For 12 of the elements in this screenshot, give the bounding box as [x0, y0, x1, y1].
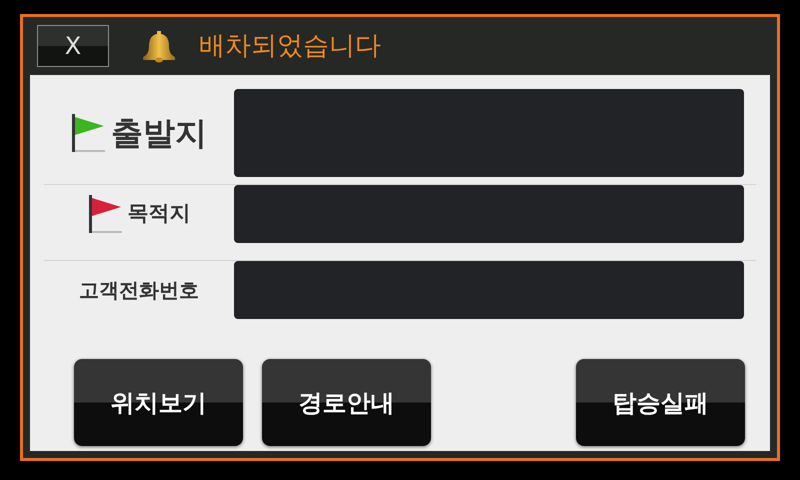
bell-icon [141, 29, 177, 63]
field-label: 고객전화번호 [79, 277, 199, 304]
input-field[interactable] [234, 89, 744, 177]
field-label: 출발지 [111, 113, 207, 154]
action-button[interactable]: 경로안내 [262, 359, 431, 446]
close-button[interactable]: X [37, 25, 109, 67]
input-field[interactable] [234, 261, 744, 319]
action-button[interactable]: 위치보기 [74, 359, 243, 446]
field-label: 목적지 [128, 200, 190, 228]
action-button[interactable]: 탑승실패 [576, 359, 745, 446]
notification-title: 배차되었습니다 [199, 30, 381, 62]
input-field[interactable] [234, 185, 744, 243]
